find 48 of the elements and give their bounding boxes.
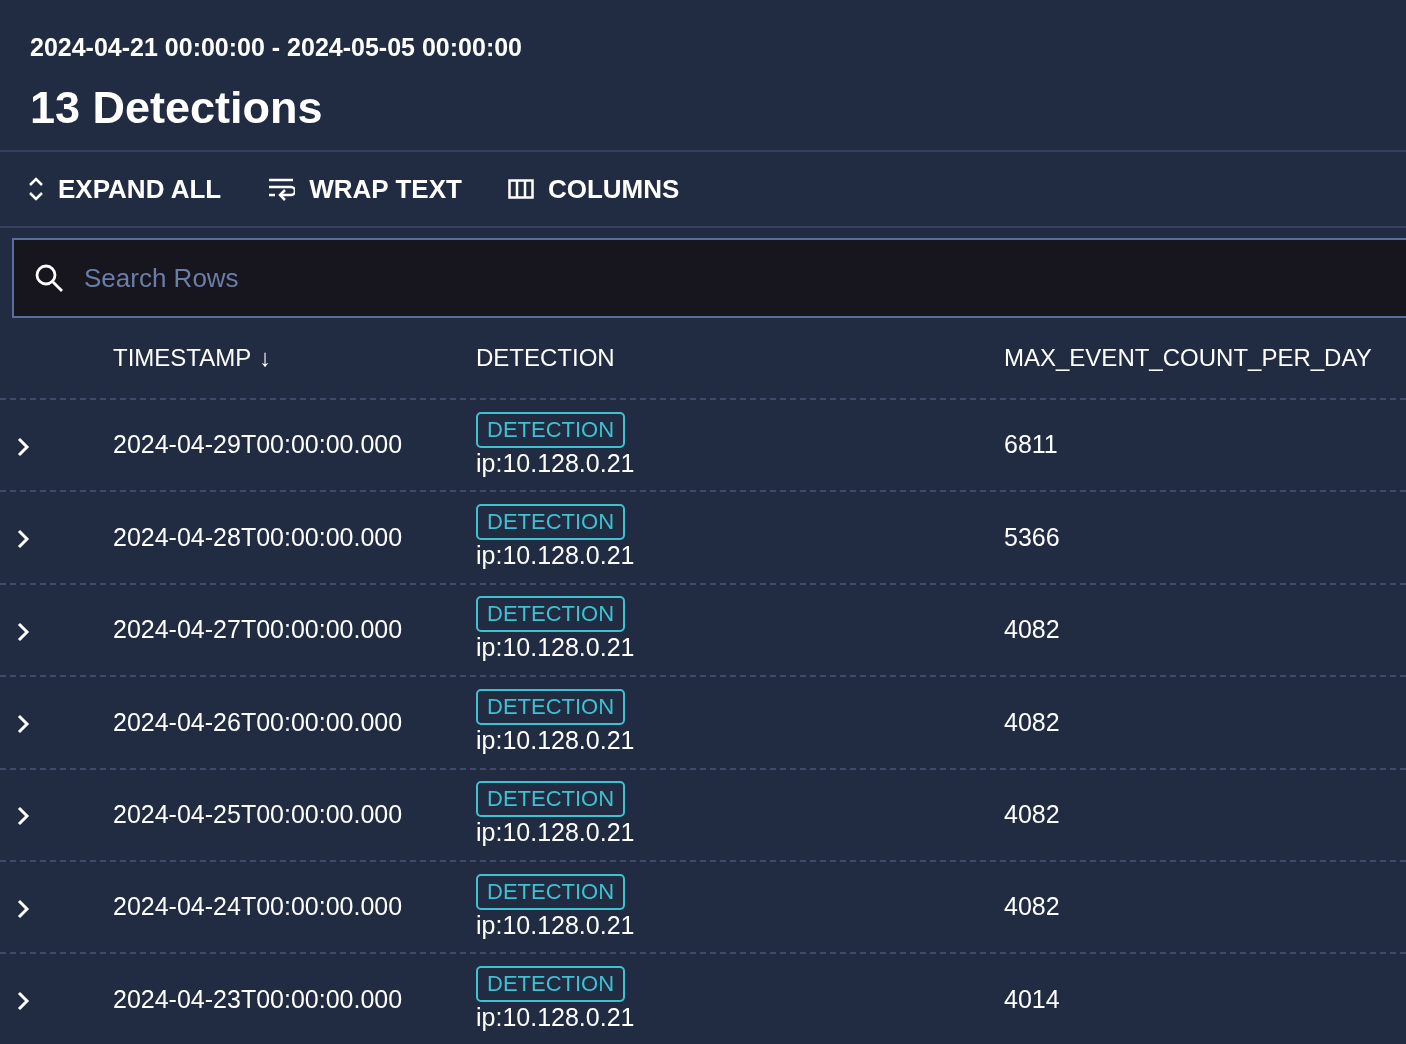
detection-tag: DETECTION bbox=[476, 873, 626, 910]
column-header[interactable]: MAX_EVENT_COUNT_PER_DAY bbox=[1004, 344, 1372, 371]
date-range-text: 2024-04-21 00:00:00 - 2024-05-05 00:00:00 bbox=[30, 32, 524, 63]
table-cell: 2024-04-29T00:00:00.000 bbox=[113, 430, 403, 459]
table-cell: 4014 bbox=[1004, 984, 1060, 1013]
chevron-right-icon[interactable] bbox=[16, 990, 30, 1013]
column-header[interactable]: TIMESTAMP bbox=[113, 344, 252, 371]
detection-tag: DETECTION bbox=[476, 411, 626, 448]
chevron-right-icon[interactable] bbox=[16, 805, 30, 828]
table-cell: 6811 bbox=[1004, 430, 1058, 459]
chevron-right-icon[interactable] bbox=[16, 620, 30, 643]
table-cell: 2024-04-25T00:00:00.000 bbox=[113, 800, 403, 828]
table-cell-text: ip:10.128.0.21 bbox=[476, 632, 636, 664]
detection-tag: DETECTION bbox=[476, 688, 626, 725]
table-cell-text: ip:10.128.0.21 bbox=[476, 1001, 636, 1033]
table-cell-text: ip:10.128.0.21 bbox=[476, 817, 636, 849]
search-field[interactable]: Search Rows bbox=[12, 238, 1406, 318]
wrap-text-icon bbox=[267, 176, 296, 202]
sort-arrow[interactable]: ↓ bbox=[259, 344, 272, 371]
detection-tag: DETECTION bbox=[476, 965, 626, 1002]
columns-button[interactable]: COLUMNS bbox=[507, 169, 680, 209]
chevron-right-icon[interactable] bbox=[16, 435, 30, 458]
table-cell: 2024-04-23T00:00:00.000 bbox=[113, 984, 403, 1013]
table-cell: 2024-04-27T00:00:00.000 bbox=[113, 615, 403, 644]
columns-icon bbox=[507, 179, 534, 199]
table-cell-text: ip:10.128.0.21 bbox=[476, 539, 636, 571]
expand-collapse-icon bbox=[28, 176, 44, 202]
table-cell: 4082 bbox=[1004, 892, 1060, 921]
chevron-right-icon[interactable] bbox=[16, 528, 30, 551]
page-title: 13 Detections bbox=[30, 81, 324, 135]
table-cell-text: ip:10.128.0.21 bbox=[476, 447, 636, 479]
table-cell: 5366 bbox=[1004, 522, 1060, 551]
table-cell-text: ip:10.128.0.21 bbox=[476, 724, 636, 756]
wrap-text-button[interactable]: WRAP TEXT bbox=[267, 169, 462, 209]
table-cell: 2024-04-26T00:00:00.000 bbox=[113, 707, 403, 736]
table-cell: 4082 bbox=[1004, 615, 1060, 644]
chevron-right-icon[interactable] bbox=[16, 713, 30, 735]
detection-tag: DETECTION bbox=[476, 503, 626, 540]
expand-all-button[interactable]: EXPAND ALL bbox=[28, 169, 222, 209]
detection-tag: DETECTION bbox=[476, 781, 626, 818]
chevron-right-icon[interactable] bbox=[16, 897, 30, 920]
table-cell-text: ip:10.128.0.21 bbox=[476, 909, 636, 941]
detection-tag: DETECTION bbox=[476, 596, 626, 633]
table-cell: 4082 bbox=[1004, 800, 1060, 828]
table-cell: 2024-04-24T00:00:00.000 bbox=[113, 892, 403, 921]
column-header[interactable]: DETECTION bbox=[476, 344, 615, 371]
table-cell: 2024-04-28T00:00:00.000 bbox=[113, 522, 403, 551]
table-cell: 4082 bbox=[1004, 707, 1060, 736]
